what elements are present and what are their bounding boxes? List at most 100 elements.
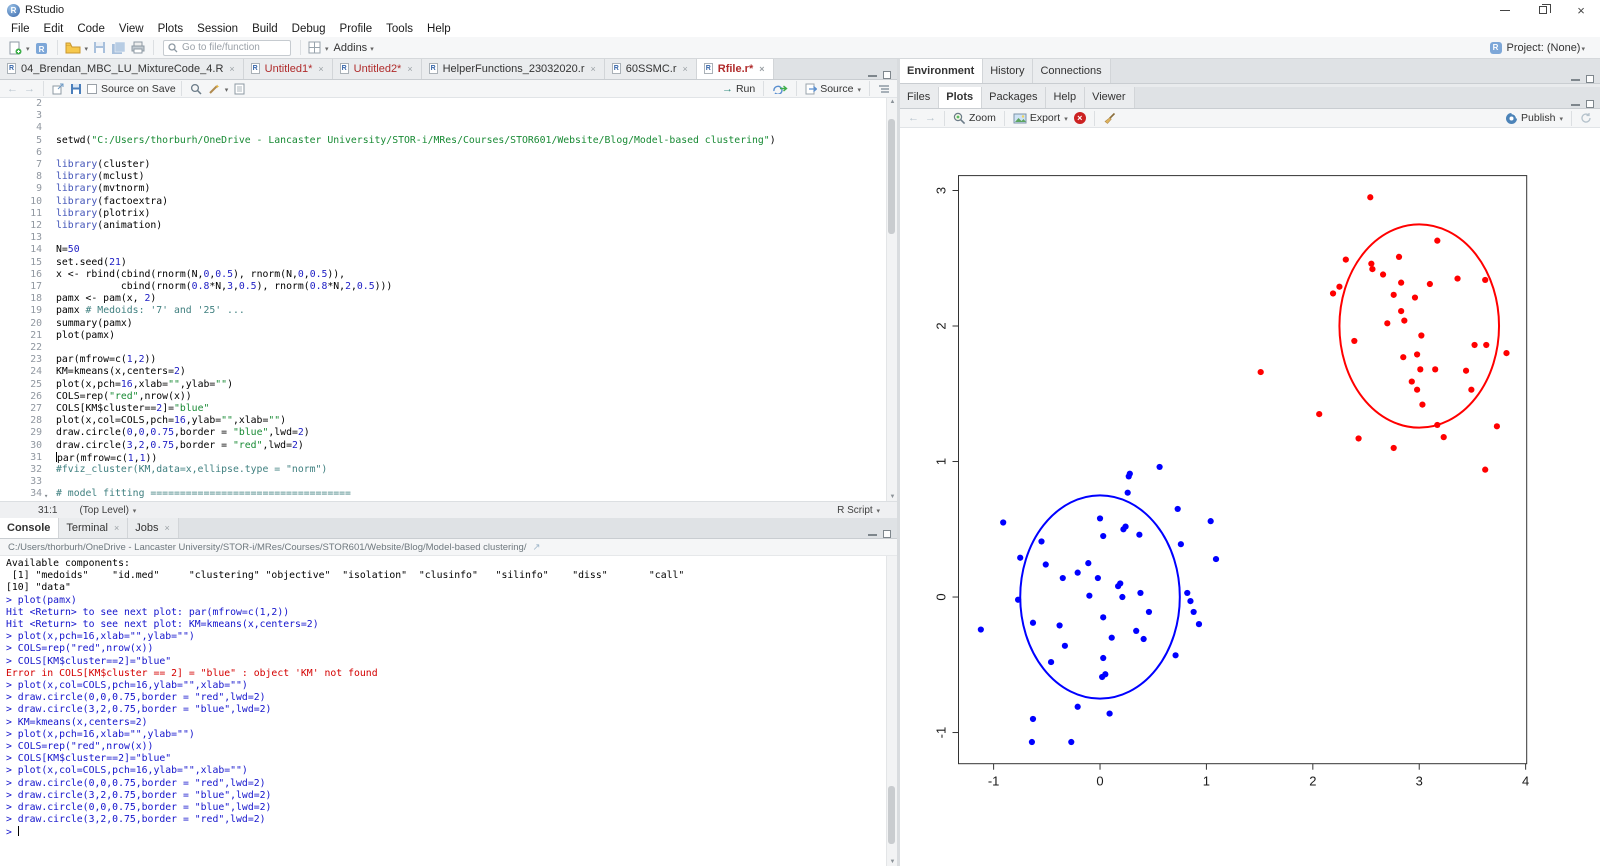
close-tab-icon[interactable]: ×	[407, 64, 412, 74]
save-source-button[interactable]	[67, 81, 85, 97]
menu-build[interactable]: Build	[245, 22, 285, 36]
refresh-plots-button[interactable]	[1577, 110, 1595, 126]
code-tools-caret[interactable]: ▾	[225, 86, 229, 94]
files-tab-help[interactable]: Help	[1046, 87, 1086, 108]
find-replace-button[interactable]	[187, 81, 205, 97]
code-line-11: 11 library(plotrix)	[0, 208, 880, 220]
goto-file-input[interactable]: Go to file/function	[163, 39, 292, 56]
environment-tab-environment[interactable]: Environment	[900, 59, 984, 83]
files-tab-viewer[interactable]: Viewer	[1085, 87, 1135, 108]
scope-selector[interactable]: (Top Level) ▾	[79, 505, 139, 516]
source-caret[interactable]: ▾	[857, 86, 861, 94]
new-file-caret[interactable]: ▾	[26, 45, 30, 53]
data-point-kmeans-cluster-red	[1379, 271, 1387, 278]
file-type-selector[interactable]: R Script ▾	[837, 505, 883, 516]
close-tab-icon[interactable]: ×	[590, 64, 595, 74]
compile-report-button[interactable]	[231, 81, 248, 97]
console-tab-jobs[interactable]: Jobs ×	[128, 518, 179, 538]
save-all-button[interactable]	[109, 38, 128, 58]
project-selector[interactable]: R Project: (None) ▾	[1489, 41, 1595, 54]
console-tab-console[interactable]: Console	[0, 518, 60, 538]
files-tab-packages[interactable]: Packages	[982, 87, 1047, 108]
clear-plots-button[interactable]	[1100, 110, 1119, 126]
minimize-button[interactable]	[1486, 0, 1524, 20]
menu-debug[interactable]: Debug	[285, 22, 333, 36]
menu-help[interactable]: Help	[420, 22, 458, 36]
close-tab-icon[interactable]: ×	[318, 64, 323, 74]
plot-back-button[interactable]: ←	[905, 110, 922, 126]
menu-view[interactable]: View	[112, 22, 151, 36]
code-line-17: 17 cbind(rnorm(0.8*N,3,0.5), rnorm(0.8*N…	[0, 281, 880, 293]
environment-tab-history[interactable]: History	[983, 59, 1034, 83]
menu-code[interactable]: Code	[70, 22, 112, 36]
publish-caret[interactable]: ▾	[1559, 115, 1563, 123]
minimize-pane-icon[interactable]	[1571, 103, 1580, 106]
outline-icon	[879, 84, 889, 93]
data-point-kmeans-cluster-blue	[1000, 519, 1007, 526]
close-button[interactable]: ×	[1562, 0, 1600, 20]
environment-tab-connections[interactable]: Connections	[1033, 59, 1111, 83]
document-outline-button[interactable]	[875, 81, 893, 97]
restore-button[interactable]	[1524, 0, 1562, 20]
addins-button[interactable]: Addins	[334, 42, 368, 54]
goto-directory-icon[interactable]: ↗	[532, 542, 540, 553]
plot-zoom-button[interactable]: Zoom	[950, 110, 999, 126]
minimize-pane-icon[interactable]	[1571, 78, 1580, 81]
rerun-button[interactable]	[769, 81, 791, 97]
console-output[interactable]: Available components: [1] "medoids" "id.…	[0, 556, 886, 866]
run-button[interactable]: → Run	[719, 81, 758, 97]
popout-button[interactable]	[49, 81, 67, 97]
minimize-pane-icon[interactable]	[868, 74, 877, 77]
panes-layout-caret[interactable]: ▾	[325, 45, 329, 53]
remove-plot-button[interactable]: ×	[1071, 110, 1089, 126]
files-tab-plots[interactable]: Plots	[939, 87, 983, 108]
console-tab-terminal[interactable]: Terminal ×	[59, 518, 129, 538]
plot-export-button[interactable]: Export	[1010, 110, 1063, 126]
code-editor[interactable]: 2 3 4 5 setwd("C:/Users/thorburh/OneDrive - …	[0, 98, 886, 501]
close-tab-icon[interactable]: ×	[114, 523, 119, 533]
source-on-save-checkbox[interactable]	[87, 83, 97, 94]
fold-arrow-icon[interactable]: ▾	[44, 490, 48, 501]
plot-forward-button[interactable]: →	[922, 110, 939, 126]
nav-forward-button[interactable]: →	[21, 81, 38, 97]
scatter-plot[interactable]: -1 0 1 2 3 4 -1 0 1 2 3	[900, 128, 1600, 866]
panes-layout-button[interactable]	[306, 38, 323, 58]
source-tab-helperfunctions-23032020-r[interactable]: R HelperFunctions_23032020.r ×	[421, 59, 605, 79]
maximize-pane-icon[interactable]	[883, 71, 891, 79]
files-tab-files[interactable]: Files	[900, 87, 940, 108]
source-tab-rfile-r-[interactable]: R Rfile.r* ×	[696, 59, 774, 79]
save-button[interactable]	[91, 38, 108, 58]
close-tab-icon[interactable]: ×	[683, 64, 688, 74]
editor-scrollbar-thumb[interactable]	[888, 119, 895, 234]
new-file-button[interactable]	[6, 38, 24, 58]
line-number: 5	[36, 134, 42, 146]
code-tools-button[interactable]	[205, 81, 224, 97]
source-tab-60ssmc-r[interactable]: R 60SSMC.r ×	[604, 59, 697, 79]
source-tab-04-brendan-mbc-lu-mixturecode-4-r[interactable]: R 04_Brendan_MBC_LU_MixtureCode_4.R ×	[0, 59, 244, 79]
maximize-pane-icon[interactable]	[1586, 100, 1594, 108]
menu-plots[interactable]: Plots	[151, 22, 191, 36]
close-tab-icon[interactable]: ×	[759, 64, 764, 74]
minimize-pane-icon[interactable]	[868, 533, 877, 536]
source-tab-untitled2-[interactable]: R Untitled2* ×	[332, 59, 422, 79]
source-tab-untitled1-[interactable]: R Untitled1* ×	[243, 59, 333, 79]
new-project-button[interactable]: R	[33, 38, 51, 58]
source-button[interactable]: Source	[802, 81, 856, 97]
menu-profile[interactable]: Profile	[333, 22, 380, 36]
menu-session[interactable]: Session	[190, 22, 245, 36]
close-tab-icon[interactable]: ×	[165, 523, 170, 533]
print-button[interactable]	[129, 38, 147, 58]
maximize-pane-icon[interactable]	[1586, 75, 1594, 83]
close-tab-icon[interactable]: ×	[229, 64, 234, 74]
console-scrollbar-thumb[interactable]	[888, 786, 895, 844]
export-caret[interactable]: ▾	[1064, 115, 1068, 123]
menu-edit[interactable]: Edit	[37, 22, 71, 36]
addins-caret[interactable]: ▾	[370, 45, 374, 53]
nav-back-button[interactable]: ←	[4, 81, 21, 97]
maximize-pane-icon[interactable]	[883, 530, 891, 538]
menu-file[interactable]: File	[4, 22, 37, 36]
menu-tools[interactable]: Tools	[379, 22, 420, 36]
publish-button[interactable]: Publish	[1502, 110, 1558, 126]
open-file-caret[interactable]: ▾	[85, 45, 89, 53]
open-file-button[interactable]	[63, 38, 83, 58]
